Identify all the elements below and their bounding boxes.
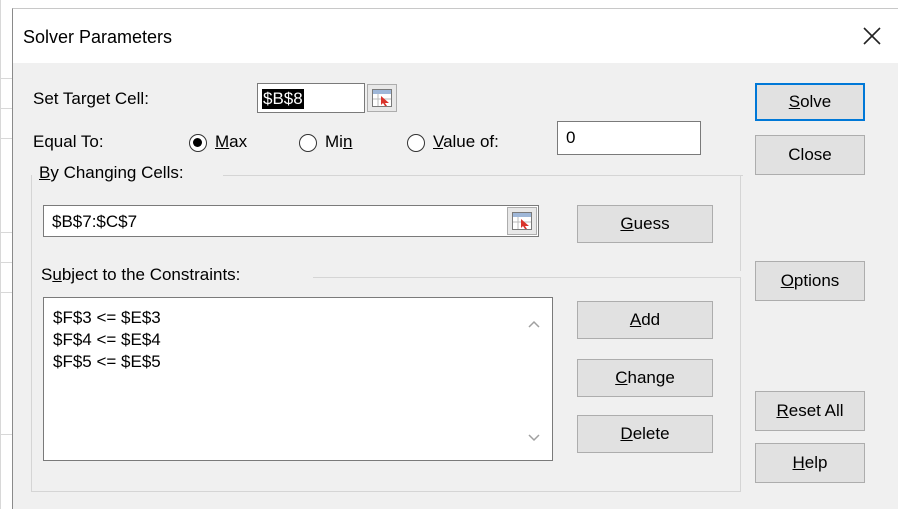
constraints-list[interactable]: $F$3 <= $E$3 $F$4 <= $E$4 $F$5 <= $E$5: [43, 297, 553, 461]
sheet-gridline: [0, 108, 12, 109]
max-radio-label[interactable]: Max: [215, 132, 247, 152]
target-cell-label: Set Target Cell:: [33, 89, 149, 108]
list-item[interactable]: $F$5 <= $E$5: [53, 352, 161, 372]
max-radio[interactable]: [189, 134, 207, 152]
group-border: [313, 277, 741, 278]
list-item[interactable]: $F$3 <= $E$3: [53, 308, 161, 328]
add-button[interactable]: Add: [577, 301, 713, 339]
min-radio[interactable]: [299, 134, 317, 152]
sheet-gridline: [0, 434, 12, 435]
change-button[interactable]: Change: [577, 359, 713, 397]
options-button[interactable]: Options: [755, 261, 865, 301]
solve-button[interactable]: Solve: [755, 83, 865, 121]
sheet-gridline: [0, 0, 1, 509]
equal-to-label: Equal To:: [33, 132, 104, 151]
value-of-text: 0: [566, 128, 576, 147]
range-select-icon: [512, 212, 532, 230]
sheet-gridline: [0, 78, 12, 79]
constraints-label: Subject to the Constraints:: [41, 265, 241, 284]
sheet-gridline: [0, 292, 12, 293]
solver-dialog: Solver Parameters Set Target Cell: $B$8 …: [12, 8, 898, 509]
help-button[interactable]: Help: [755, 443, 865, 483]
group-border: [740, 277, 741, 491]
reset-all-button[interactable]: Reset All: [755, 391, 865, 431]
scroll-down-icon[interactable]: [528, 434, 540, 442]
guess-button[interactable]: Guess: [577, 205, 713, 243]
min-radio-label[interactable]: Min: [325, 132, 352, 152]
range-select-icon: [372, 89, 392, 107]
list-item[interactable]: $F$4 <= $E$4: [53, 330, 161, 350]
value-of-input[interactable]: 0: [557, 121, 701, 155]
scroll-up-icon[interactable]: [528, 320, 540, 328]
sheet-gridline: [0, 138, 12, 139]
value-of-radio[interactable]: [407, 134, 425, 152]
group-border: [31, 491, 741, 492]
sheet-gridline: [0, 232, 12, 233]
value-of-radio-label[interactable]: Value of:: [433, 132, 499, 152]
delete-button[interactable]: Delete: [577, 415, 713, 453]
group-border: [740, 175, 741, 271]
changing-cells-collapse-button[interactable]: [507, 207, 537, 235]
title-bar[interactable]: Solver Parameters: [13, 9, 898, 63]
group-border: [31, 175, 32, 491]
target-cell-value: $B$8: [262, 89, 304, 109]
close-icon[interactable]: [855, 19, 889, 53]
close-button[interactable]: Close: [755, 135, 865, 175]
group-border: [223, 175, 743, 176]
dialog-title: Solver Parameters: [23, 27, 173, 47]
changing-cells-value: $B$7:$C$7: [52, 212, 138, 231]
changing-cells-label: By Changing Cells:: [39, 163, 184, 182]
target-cell-input[interactable]: $B$8: [257, 83, 365, 113]
changing-cells-input[interactable]: $B$7:$C$7: [43, 205, 539, 237]
sheet-gridline: [0, 262, 12, 263]
target-cell-collapse-button[interactable]: [367, 84, 397, 112]
